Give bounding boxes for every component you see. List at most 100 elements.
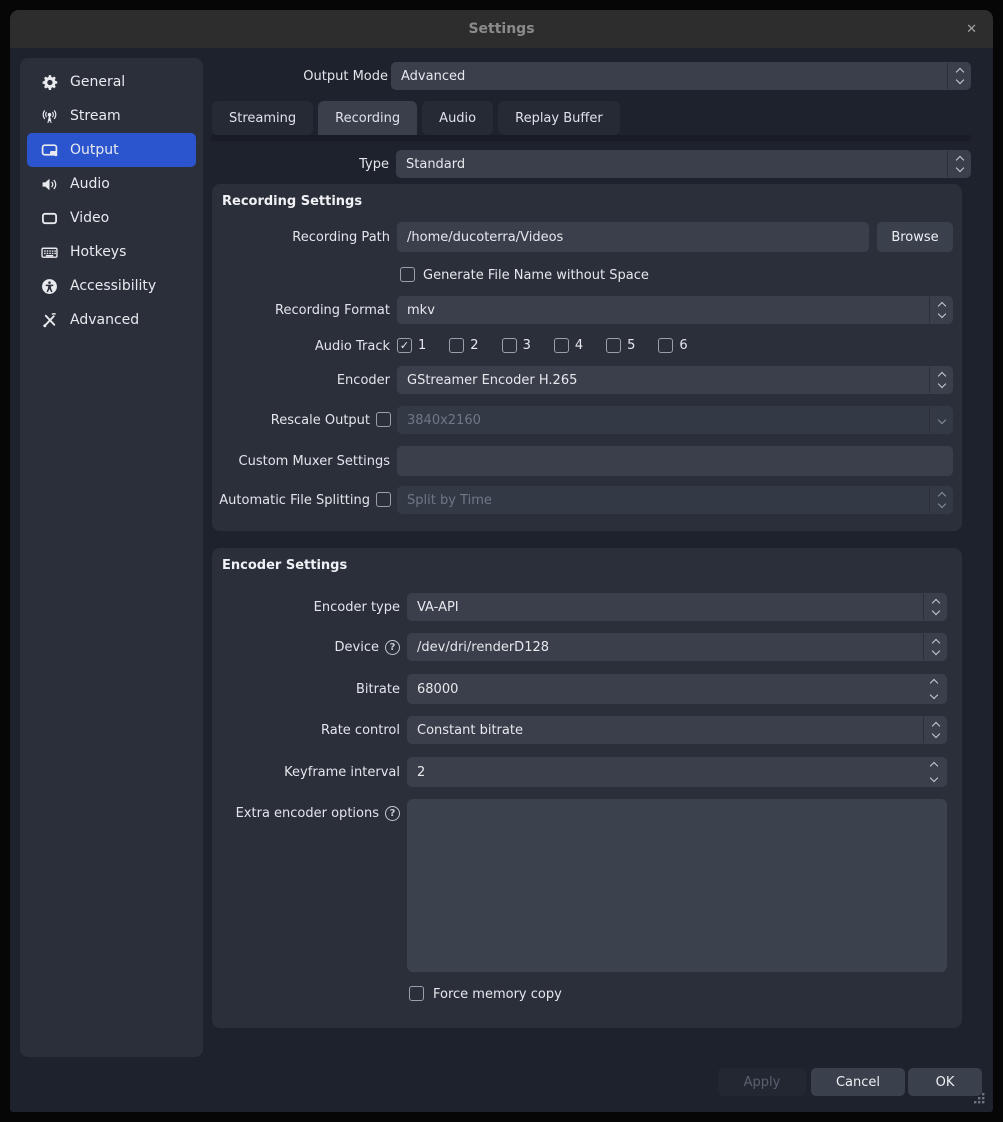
- rescale-resolution-select[interactable]: 3840x2160: [397, 406, 953, 434]
- chevron-up-down-icon: [948, 62, 971, 90]
- chevron-up-down-icon: [924, 593, 947, 621]
- rescale-output-label-text: Rescale Output: [271, 413, 370, 428]
- output-mode-label-text: Output Mode: [303, 69, 388, 84]
- encoder-type-select[interactable]: VA-API: [407, 593, 947, 621]
- custom-muxer-label-text: Custom Muxer Settings: [239, 454, 390, 469]
- audio-track-4-label[interactable]: 4: [575, 338, 583, 353]
- audio-track-6-checkbox[interactable]: [658, 338, 673, 353]
- resize-grip[interactable]: [972, 1090, 986, 1104]
- keyframe-interval-spinner[interactable]: 2: [407, 757, 947, 787]
- apply-button[interactable]: Apply: [718, 1068, 806, 1096]
- keyframe-interval-label: Keyframe interval: [212, 757, 400, 787]
- close-icon[interactable]: ✕: [966, 10, 977, 48]
- encoder-type-label: Encoder type: [212, 593, 400, 621]
- force-memory-copy-label[interactable]: Force memory copy: [433, 987, 562, 1002]
- chevron-down-icon[interactable]: [930, 774, 938, 782]
- audio-track-5-checkbox[interactable]: [606, 338, 621, 353]
- device-label-text: Device: [335, 640, 379, 655]
- sidebar-item-video[interactable]: Video: [27, 201, 196, 235]
- recording-path-input[interactable]: [397, 222, 869, 252]
- extra-encoder-options-label-text: Extra encoder options: [236, 806, 379, 821]
- sidebar-item-accessibility[interactable]: Accessibility: [27, 269, 196, 303]
- encoder-select[interactable]: GStreamer Encoder H.265: [397, 366, 953, 394]
- extra-encoder-options-label: Extra encoder options ?: [212, 805, 400, 822]
- sidebar-item-label: Advanced: [70, 312, 139, 328]
- encoder-settings-card: Encoder Settings Encoder type VA-API Dev…: [212, 548, 962, 1028]
- audio-track-3-checkbox[interactable]: [502, 338, 517, 353]
- chevron-up-down-icon: [924, 716, 947, 744]
- audio-track-4: 4: [554, 338, 583, 353]
- audio-track-label-text: Audio Track: [315, 339, 390, 354]
- sidebar-item-label: Audio: [70, 176, 110, 192]
- accessibility-icon: [41, 278, 58, 295]
- sidebar-item-advanced[interactable]: Advanced: [27, 303, 196, 337]
- sidebar-item-label: Hotkeys: [70, 244, 126, 260]
- output-mode-label: Output Mode: [160, 62, 388, 90]
- chevron-up-down-icon: [930, 296, 953, 324]
- auto-split-select[interactable]: Split by Time: [397, 486, 953, 514]
- auto-split-value: Split by Time: [407, 493, 492, 508]
- encoder-label: Encoder: [212, 366, 390, 394]
- encoder-type-value: VA-API: [417, 600, 459, 615]
- chevron-down-icon[interactable]: [930, 691, 938, 699]
- bitrate-label-text: Bitrate: [356, 682, 400, 697]
- tab-streaming[interactable]: Streaming: [212, 101, 313, 135]
- chevron-up-icon[interactable]: [930, 679, 938, 687]
- help-icon[interactable]: ?: [385, 806, 400, 821]
- custom-muxer-input[interactable]: [397, 446, 953, 476]
- audio-track-6-label[interactable]: 6: [679, 338, 687, 353]
- audio-track-2-label[interactable]: 2: [470, 338, 478, 353]
- generate-no-space-label[interactable]: Generate File Name without Space: [423, 268, 649, 283]
- browse-button[interactable]: Browse: [877, 222, 953, 252]
- bitrate-label: Bitrate: [212, 674, 400, 704]
- screen: Settings ✕ GeneralStreamOutputAudioVideo…: [0, 0, 1003, 1122]
- type-label-text: Type: [359, 157, 389, 172]
- auto-split-checkbox[interactable]: [376, 492, 391, 507]
- audio-track-5-label[interactable]: 5: [627, 338, 635, 353]
- chevron-up-down-icon: [924, 633, 947, 661]
- audio-track-checkboxes: 1 2 3 4 5 6: [397, 338, 688, 353]
- bitrate-value: 68000: [417, 682, 458, 697]
- bitrate-spinner[interactable]: 68000: [407, 674, 947, 704]
- generate-no-space-checkbox[interactable]: [400, 267, 415, 282]
- type-select[interactable]: Standard: [396, 150, 971, 178]
- chevron-up-icon[interactable]: [930, 762, 938, 770]
- ok-button[interactable]: OK: [908, 1068, 982, 1096]
- encoder-type-label-text: Encoder type: [314, 600, 400, 615]
- help-icon[interactable]: ?: [385, 640, 400, 655]
- audio-track-6: 6: [658, 338, 687, 353]
- recording-path-label: Recording Path: [212, 222, 390, 252]
- titlebar[interactable]: Settings ✕: [10, 10, 993, 48]
- tab-audio[interactable]: Audio: [422, 101, 493, 135]
- tab-replay-buffer[interactable]: Replay Buffer: [498, 101, 620, 135]
- type-label: Type: [160, 150, 389, 178]
- chevron-up-down-icon: [948, 150, 971, 178]
- extra-encoder-options-textarea[interactable]: [407, 799, 947, 972]
- audio-track-1: 1: [397, 338, 426, 353]
- force-memory-copy-checkbox[interactable]: [409, 986, 424, 1001]
- sidebar-item-stream[interactable]: Stream: [27, 99, 196, 133]
- keyframe-interval-label-text: Keyframe interval: [284, 765, 400, 780]
- rate-control-select[interactable]: Constant bitrate: [407, 716, 947, 744]
- sidebar-item-hotkeys[interactable]: Hotkeys: [27, 235, 196, 269]
- output-mode-select[interactable]: Advanced: [391, 62, 971, 90]
- audio-track-3-label[interactable]: 3: [523, 338, 531, 353]
- audio-track-1-label[interactable]: 1: [418, 338, 426, 353]
- audio-track-1-checkbox[interactable]: [397, 338, 412, 353]
- window-title: Settings: [468, 21, 534, 37]
- chevron-up-down-icon: [930, 366, 953, 394]
- device-select[interactable]: /dev/dri/renderD128: [407, 633, 947, 661]
- apply-button-label: Apply: [744, 1075, 781, 1090]
- keyframe-interval-value: 2: [417, 765, 425, 780]
- auto-split-label-text: Automatic File Splitting: [219, 493, 370, 508]
- audio-track-4-checkbox[interactable]: [554, 338, 569, 353]
- rescale-output-checkbox[interactable]: [376, 412, 391, 427]
- audio-track-2: 2: [449, 338, 478, 353]
- audio-track-2-checkbox[interactable]: [449, 338, 464, 353]
- encoder-settings-title: Encoder Settings: [222, 558, 347, 573]
- cancel-button[interactable]: Cancel: [811, 1068, 905, 1096]
- speaker-icon: [41, 176, 58, 193]
- type-value: Standard: [406, 157, 465, 172]
- recording-format-select[interactable]: mkv: [397, 296, 953, 324]
- tab-recording[interactable]: Recording: [318, 101, 417, 137]
